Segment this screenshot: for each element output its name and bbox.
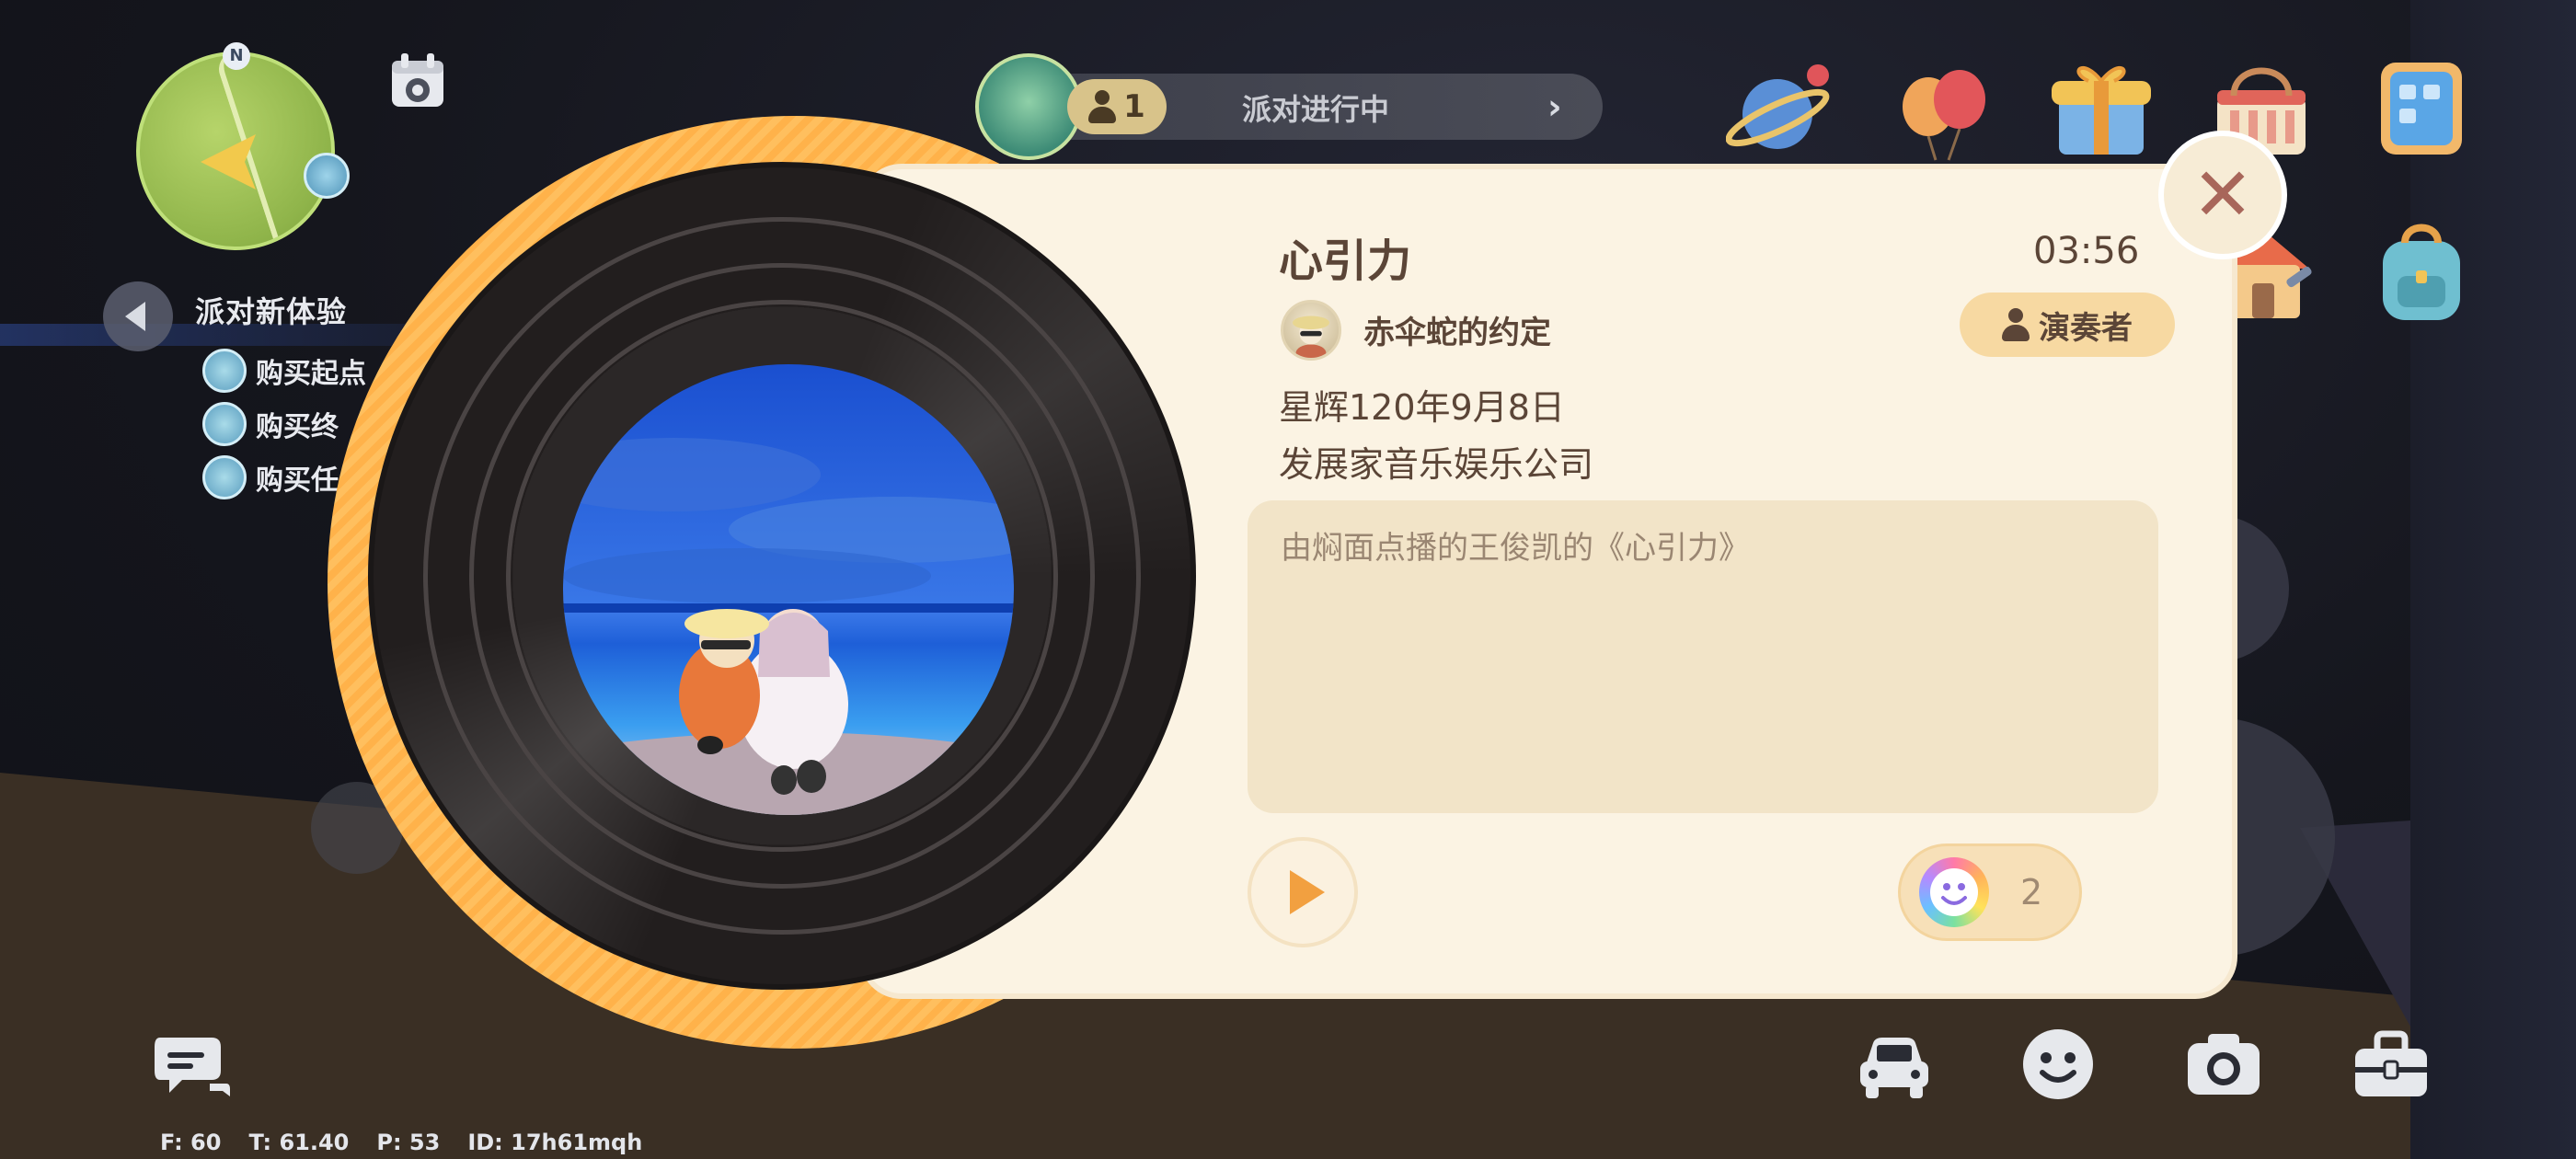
uploader-name[interactable]: 赤伞蛇的约定 (1363, 307, 1551, 352)
song-message-text: 由焖面点播的王俊凯的《心引力》 (1281, 530, 1750, 567)
album-cover-image (563, 364, 1014, 815)
time-stat: T: 61.40 (248, 1130, 350, 1155)
person-icon (2002, 308, 2030, 341)
session-id: ID: 17h61mqh (467, 1130, 643, 1155)
person-icon (1088, 90, 1117, 123)
party-avatar[interactable] (975, 53, 1082, 160)
chat-icon[interactable] (151, 1025, 234, 1107)
quest-item-label: 购买终 (256, 411, 339, 443)
quest-title: 派对新体验 (195, 294, 348, 329)
planet-icon[interactable] (1726, 57, 1836, 167)
ping-stat: P: 53 (376, 1130, 441, 1155)
quest-collapse-button[interactable] (103, 281, 173, 351)
debug-stats: F: 60 T: 61.40 P: 53 ID: 17h61mqh (160, 1130, 642, 1155)
performer-button-label: 演奏者 (2039, 309, 2133, 347)
close-button[interactable]: ✕ (2158, 131, 2287, 259)
balloons-icon[interactable] (1888, 57, 1998, 167)
quest-avatar-icon (202, 349, 247, 393)
camera-icon[interactable] (2182, 1023, 2265, 1106)
gift-house-icon[interactable] (2046, 53, 2156, 164)
minimap[interactable] (136, 52, 335, 250)
party-member-count: 1 (1067, 79, 1167, 134)
party-status-label: 派对进行中 (1241, 92, 1389, 127)
emote-icon[interactable] (2017, 1023, 2099, 1106)
performer-button[interactable]: 演奏者 (1960, 293, 2175, 357)
car-icon[interactable] (1853, 1023, 1936, 1106)
quest-item[interactable]: 购买终 (202, 401, 339, 447)
quest-item[interactable]: 购买起点 (202, 348, 366, 394)
party-member-count-value: 1 (1123, 88, 1145, 125)
quest-avatar-icon (202, 402, 247, 446)
minimap-avatar (304, 153, 350, 199)
release-date: 星辉120年9月8日 (1279, 387, 1565, 428)
chevron-right-icon[interactable]: › (1547, 88, 1581, 125)
toolbox-icon[interactable] (2350, 1023, 2432, 1106)
uploader-avatar[interactable] (1281, 300, 1341, 361)
calendar-icon[interactable] (388, 52, 447, 112)
play-icon (1290, 870, 1325, 914)
smiley-like-icon (1919, 857, 1989, 927)
play-button[interactable] (1251, 841, 1354, 944)
publisher: 发展家音乐娱乐公司 (1279, 444, 1594, 485)
quest-avatar-icon (202, 455, 247, 499)
uploader-avatar-icon (1293, 316, 1329, 358)
quest-item-label: 购买任 (256, 465, 339, 497)
backpack-icon[interactable] (2366, 217, 2477, 327)
song-title: 心引力 (1279, 235, 1412, 287)
tablet-icon[interactable] (2366, 53, 2477, 164)
like-count: 2 (2020, 872, 2043, 912)
quest-item-label: 购买起点 (256, 358, 366, 390)
song-duration: 03:56 (2033, 230, 2140, 272)
scene-wall (2410, 0, 2576, 1159)
minimap-north-label: N (223, 42, 250, 70)
quest-item[interactable]: 购买任 (202, 454, 339, 500)
fps-stat: F: 60 (160, 1130, 222, 1155)
back-arrow-icon (125, 302, 145, 331)
